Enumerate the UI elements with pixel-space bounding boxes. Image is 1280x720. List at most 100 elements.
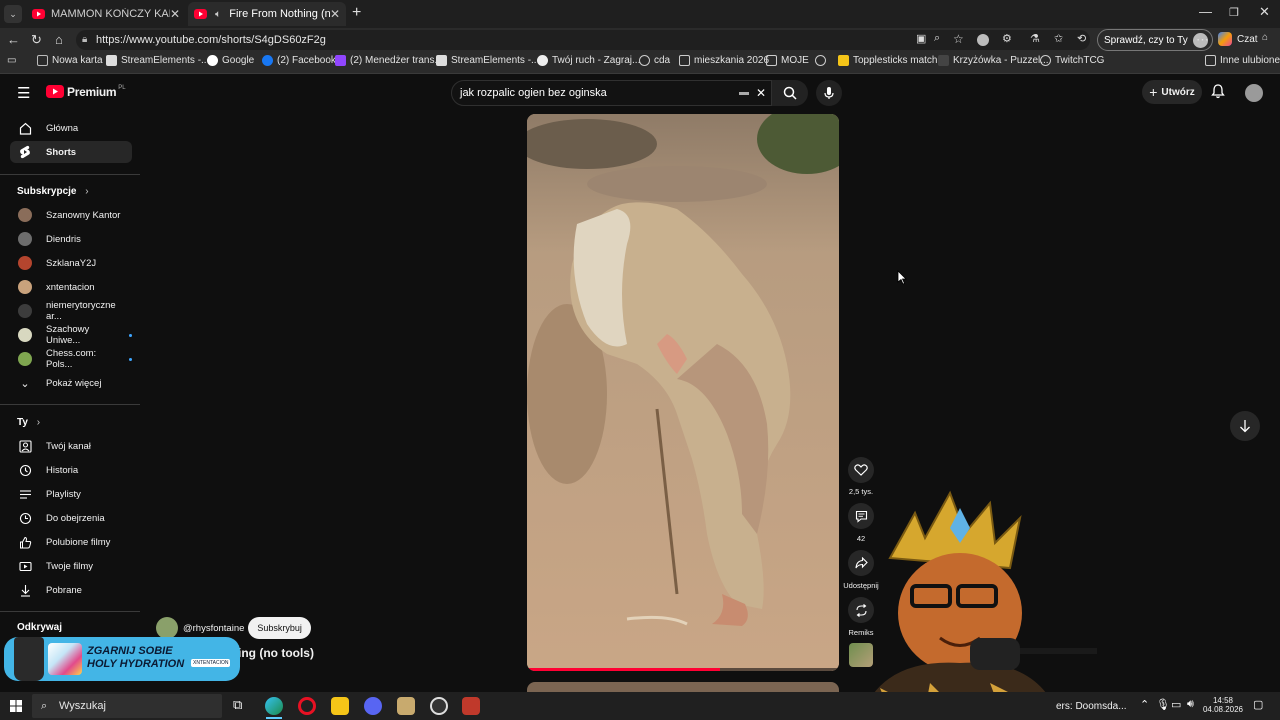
sidebar-item-history[interactable]: Historia: [10, 459, 132, 481]
new-tab-button[interactable]: +: [352, 4, 361, 22]
channel-avatar[interactable]: [156, 617, 178, 639]
audio-playing-icon[interactable]: 🔈︎: [213, 7, 223, 21]
close-window-button[interactable]: ✕: [1259, 4, 1270, 20]
create-button[interactable]: + Utwórz: [1142, 80, 1202, 104]
search-input[interactable]: jak rozpalic ogien bez oginska ▬ ✕: [451, 80, 772, 106]
bookmark-krzyzowka[interactable]: Krzyżówka - Puzzel...: [938, 55, 1049, 66]
tab-fire-from-nothing[interactable]: 🔈︎ Fire From Nothing (no tools) ✕: [188, 2, 346, 26]
hamburger-menu-icon[interactable]: ☰: [17, 84, 30, 102]
notifications-icon[interactable]: ▢: [1253, 698, 1263, 711]
home-icon[interactable]: ⌂: [55, 32, 63, 47]
sidebar-item-downloads[interactable]: Pobrane: [10, 579, 132, 601]
obs-icon[interactable]: [430, 697, 448, 715]
search-button[interactable]: [772, 80, 808, 106]
tab-mammon[interactable]: MAMMON KOŃCZY KARIERĘ!? AI ✕: [26, 2, 186, 26]
clear-search-icon[interactable]: ✕: [756, 81, 766, 105]
windows-start-icon[interactable]: [10, 700, 22, 712]
youtube-logo[interactable]: Premium PL: [46, 85, 126, 99]
show-more-button[interactable]: ⌄ Pokaż więcej: [10, 372, 132, 394]
network-tray-icon[interactable]: ▭: [1171, 698, 1181, 711]
channel-handle[interactable]: @rhysfontaine: [183, 623, 244, 634]
next-short-button[interactable]: [1230, 411, 1260, 441]
extensions-icon[interactable]: ⚙︎: [1002, 32, 1012, 45]
app-icon[interactable]: [462, 697, 480, 715]
read-mode-icon[interactable]: ▣: [916, 32, 926, 45]
sidebar-item-home[interactable]: Główna: [10, 117, 132, 139]
bookmark-streamelements-1[interactable]: StreamElements -...: [106, 55, 209, 66]
favorite-star-icon[interactable]: ☆: [953, 32, 964, 46]
sidebar-item-watch-later[interactable]: Do obejrzenia: [10, 507, 132, 529]
account-avatar[interactable]: [1245, 84, 1263, 102]
history-button-icon[interactable]: ⟲: [1077, 32, 1086, 45]
zoom-icon[interactable]: ⌕: [934, 32, 940, 45]
subscription-niemerytoryczne[interactable]: niemerytoryczne ar...: [10, 300, 132, 322]
bookmarks-menu-icon[interactable]: ▭: [7, 55, 16, 66]
notifications-bell-icon[interactable]: [1211, 84, 1225, 104]
bookmark-nowa-karta[interactable]: Nowa karta: [37, 55, 103, 66]
bookmark-topplesticks[interactable]: Topplesticks match...: [838, 55, 946, 66]
bookmark-streamelements-2[interactable]: StreamElements -...: [436, 55, 539, 66]
edge-icon[interactable]: [265, 697, 283, 715]
subscriptions-header[interactable]: Subskrypcje ›: [17, 186, 89, 197]
tab-close-icon[interactable]: ✕: [330, 7, 340, 21]
subscription-diendris[interactable]: Diendris: [10, 228, 132, 250]
tab-close-icon[interactable]: ✕: [170, 7, 180, 21]
back-icon[interactable]: ←: [7, 32, 20, 47]
sidebar-item-your-videos[interactable]: Twoje filmy: [10, 555, 132, 577]
tab-actions-button[interactable]: ⌄: [4, 5, 22, 23]
voice-search-button[interactable]: [816, 80, 842, 106]
more-menu-icon[interactable]: ⋯: [1196, 32, 1209, 48]
tray-chevron-icon[interactable]: ⌃: [1140, 698, 1149, 711]
minimize-button[interactable]: —: [1199, 4, 1212, 19]
sidebar-item-label: Główna: [46, 122, 79, 134]
video-frame: [527, 114, 839, 671]
next-short-preview[interactable]: [527, 682, 839, 692]
media-title[interactable]: ers: Doomsda...: [1056, 701, 1127, 712]
refresh-icon[interactable]: ↻: [31, 32, 42, 48]
sidebar-item-playlists[interactable]: Playlisty: [10, 483, 132, 505]
video-progress-bar[interactable]: [527, 668, 839, 671]
sidebar-toggle-icon[interactable]: ⌂: [1262, 32, 1268, 43]
microphone-tray-icon[interactable]: 🎙︎: [1156, 698, 1170, 711]
bookmark-facebook[interactable]: (2) Facebook: [262, 55, 336, 66]
sidebar-item-your-channel[interactable]: Twój kanał: [10, 435, 132, 457]
bookmark-mieszkania[interactable]: mieszkania 2026: [679, 55, 769, 66]
league-icon[interactable]: [397, 697, 415, 715]
extension-icon[interactable]: [977, 34, 989, 46]
maximize-button[interactable]: ❐: [1229, 6, 1239, 19]
keyboard-icon[interactable]: ▬: [739, 81, 749, 105]
sidebar-item-shorts[interactable]: Shorts: [10, 141, 132, 163]
collections-icon[interactable]: ✩: [1054, 32, 1063, 45]
subscribe-button[interactable]: Subskrybuj: [248, 617, 311, 639]
bookmark-cda[interactable]: cda: [639, 55, 670, 66]
sidebar-item-liked-videos[interactable]: Polubione filmy: [10, 531, 132, 553]
copilot-button[interactable]: Czat: [1218, 32, 1258, 46]
subscription-xntentacion[interactable]: xntentacion: [10, 276, 132, 298]
other-favorites[interactable]: Inne ulubione: [1205, 55, 1280, 66]
you-header[interactable]: Ty ›: [17, 417, 40, 428]
bookmark-globe[interactable]: [815, 55, 830, 66]
split-screen-icon[interactable]: ⚗︎: [1030, 32, 1040, 45]
bookmark-twoj-ruch[interactable]: Twój ruch - Zagraj...: [537, 55, 640, 66]
taskbar-search[interactable]: ⌕ Wyszukaj: [32, 694, 222, 718]
short-title[interactable]: ing (no tools): [238, 646, 314, 660]
volume-tray-icon[interactable]: 🔊︎: [1187, 698, 1194, 711]
like-button[interactable]: [848, 457, 874, 483]
clock[interactable]: 14:58 04.08.2026: [1200, 696, 1246, 714]
subscription-szanowny-kantor[interactable]: Szanowny Kantor: [10, 204, 132, 226]
bookmark-google[interactable]: Google: [207, 55, 254, 66]
subscription-szklanay2j[interactable]: SzklanaY2J: [10, 252, 132, 274]
sidebar-item-label: niemerytoryczne ar...: [46, 300, 116, 322]
subscription-chess-com[interactable]: Chess.com: Pols...: [10, 348, 132, 370]
bookmark-menedzer[interactable]: (2) Menedżer trans...: [335, 55, 443, 66]
folder-icon: [838, 55, 849, 66]
discord-icon[interactable]: [364, 697, 382, 715]
short-video-player[interactable]: [527, 114, 839, 671]
bookmark-moje[interactable]: MOJE: [766, 55, 809, 66]
task-view-icon[interactable]: ⧉: [233, 697, 242, 713]
bookmark-twitchtcg[interactable]: TwitchTCG: [1040, 55, 1104, 66]
mouse-cursor-icon: [897, 270, 907, 285]
opera-icon[interactable]: [298, 697, 316, 715]
file-explorer-icon[interactable]: [331, 697, 349, 715]
subscription-szachowy[interactable]: Szachowy Uniwe...: [10, 324, 132, 346]
